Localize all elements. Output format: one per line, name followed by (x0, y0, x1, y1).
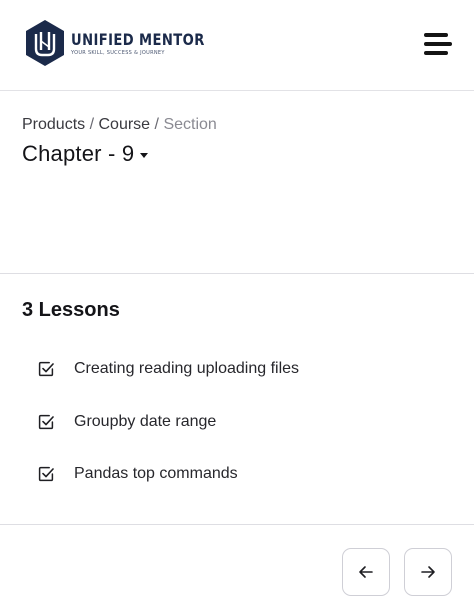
lesson-item[interactable]: Groupby date range (38, 410, 216, 434)
breadcrumb-current-section: Section (163, 116, 217, 133)
lesson-label: Groupby date range (74, 413, 217, 430)
breadcrumb-course[interactable]: Course (99, 116, 151, 133)
hamburger-menu-button[interactable] (424, 33, 452, 55)
lesson-item[interactable]: Creating reading uploading files (38, 357, 299, 381)
checkbox-checked-icon (38, 361, 54, 377)
menu-line-top (424, 33, 448, 37)
breadcrumb-separator: / (89, 116, 95, 133)
chapter-title: Chapter - 9 (22, 141, 135, 166)
arrow-left-icon (359, 566, 373, 578)
section-divider-top (0, 273, 474, 274)
menu-line-middle (424, 42, 452, 46)
breadcrumb-products[interactable]: Products (22, 116, 85, 133)
next-lesson-button[interactable] (404, 548, 452, 596)
lesson-label: Pandas top commands (74, 465, 238, 482)
lesson-label: Creating reading uploading files (74, 360, 300, 377)
menu-line-bottom (424, 51, 448, 55)
checkbox-checked-icon (38, 466, 54, 482)
brand-wordmark: UNIFIED MENTOR YOUR SKILL, SUCCESS & JOU… (71, 29, 234, 56)
app-header: UNIFIED MENTOR YOUR SKILL, SUCCESS & JOU… (0, 0, 474, 91)
logo-hexagon-icon (26, 20, 64, 66)
section-divider-bottom (0, 524, 474, 525)
brand-logo[interactable]: UNIFIED MENTOR YOUR SKILL, SUCCESS & JOU… (24, 19, 234, 67)
breadcrumb: Products / Course / Section (22, 116, 217, 134)
checkbox-checked-icon (38, 414, 54, 430)
arrow-right-icon (421, 566, 435, 578)
chapter-dropdown[interactable]: Chapter - 9 (22, 141, 149, 167)
lessons-heading: 3 Lessons (22, 299, 120, 321)
brand-tagline: YOUR SKILL, SUCCESS & JOURNEY (71, 49, 165, 56)
caret-down-icon (140, 153, 149, 158)
lesson-item[interactable]: Pandas top commands (38, 462, 238, 486)
brand-name: UNIFIED MENTOR (71, 29, 205, 49)
previous-lesson-button[interactable] (342, 548, 390, 596)
